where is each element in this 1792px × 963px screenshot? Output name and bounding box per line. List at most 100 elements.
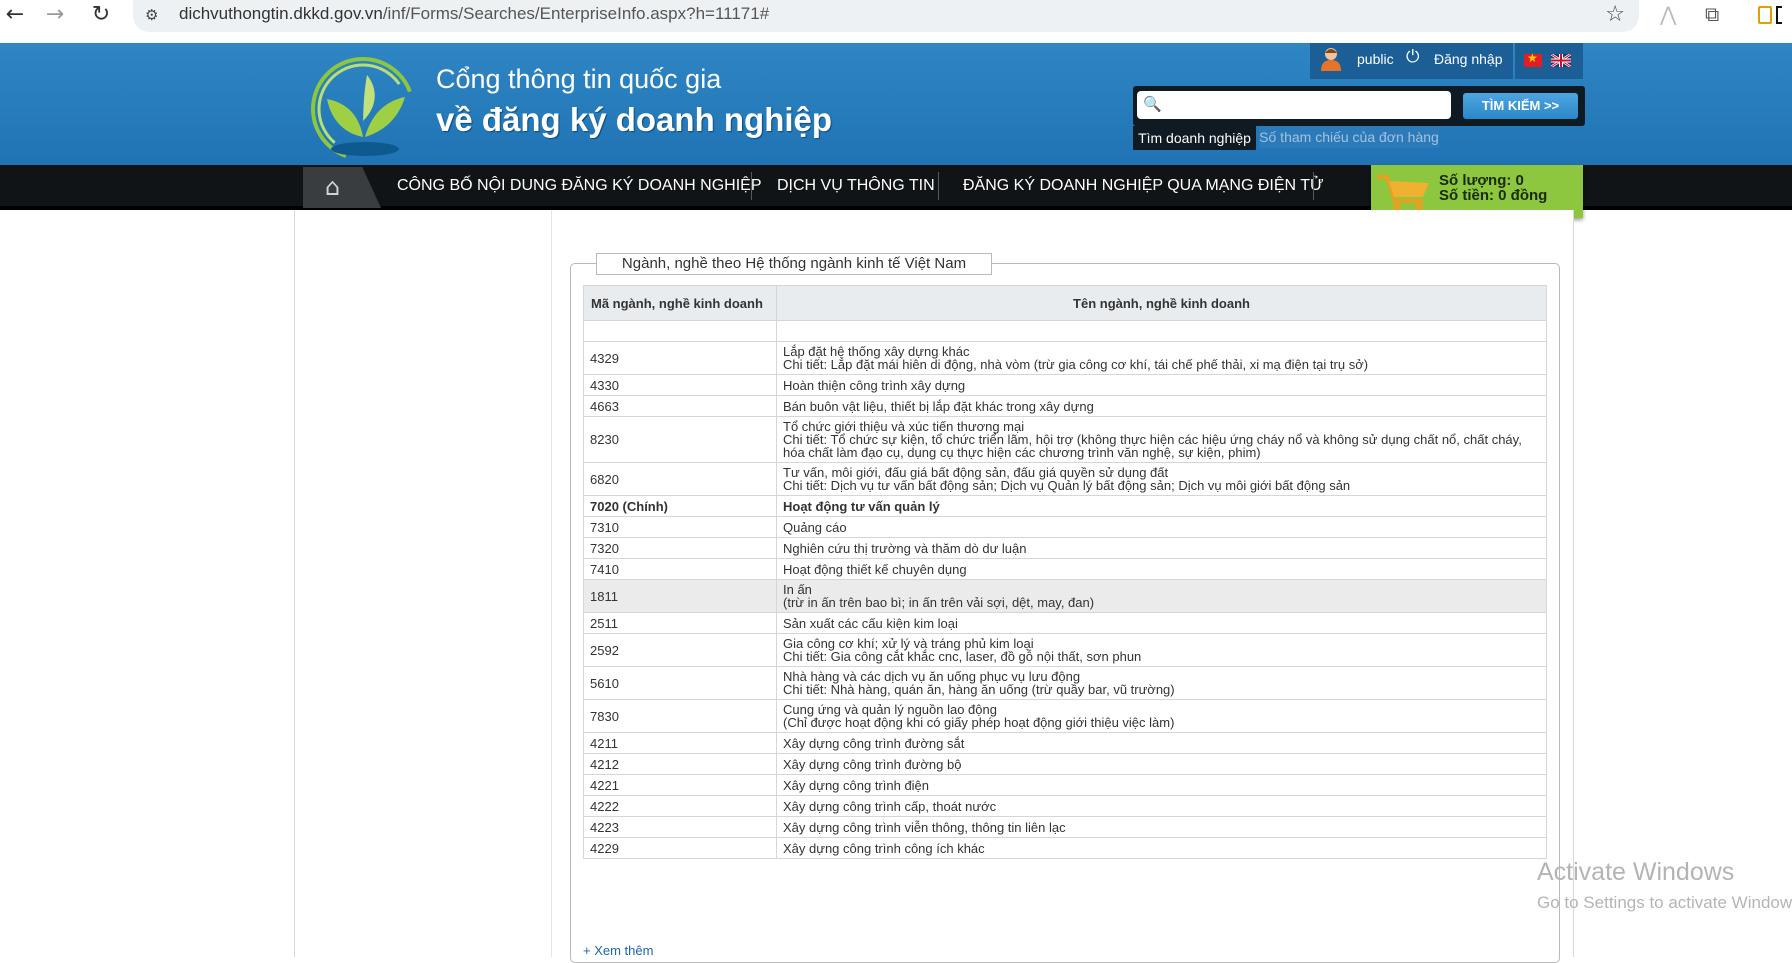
business-description-line: Xây dựng công trình công ích khác [783, 840, 985, 856]
bookmark-star-icon[interactable]: ☆ [1605, 2, 1625, 27]
business-name-cell: Bán buôn vật liệu, thiết bị lắp đặt khác… [776, 395, 1547, 417]
table-row[interactable]: 4329 Lắp đặt hệ thống xây dựng khác Chi ti… [583, 341, 1547, 375]
see-more-link[interactable]: + Xem thêm [583, 943, 653, 958]
table-row[interactable] [583, 320, 1547, 342]
table-row[interactable]: 4222 Xây dựng công trình cấp, thoát nước [583, 795, 1547, 817]
table-row[interactable]: 7320 Nghiên cứu thị trường và thăm dò dư … [583, 537, 1547, 559]
search-field[interactable]: 🔍 [1137, 91, 1451, 119]
nav-item-info-services[interactable]: DỊCH VỤ THÔNG TIN [777, 177, 935, 195]
table-row[interactable]: 4223 Xây dựng công trình viễn thông, thôn… [583, 816, 1547, 838]
power-icon[interactable]: ⏻ [1406, 47, 1419, 67]
business-code-cell: 4222 [583, 795, 777, 817]
home-icon: ⌂ [325, 173, 341, 201]
vietnam-flag-icon[interactable]: ★ [1524, 51, 1542, 67]
cart-amount: Số tiền: 0 đồng [1439, 187, 1548, 204]
business-description-line: Sản xuất các cấu kiện kim loại [783, 615, 958, 631]
table-row[interactable]: 7410 Hoạt động thiết kế chuyên dụng [583, 558, 1547, 580]
business-description-line: Xây dựng công trình viễn thông, thông ti… [783, 819, 1066, 835]
table-row[interactable]: 4330 Hoàn thiện công trình xây dựng [583, 374, 1547, 396]
business-description-line: (trừ in ấn trên bao bì; in ấn trên vải s… [783, 595, 1095, 610]
business-code-cell: 5610 [583, 666, 777, 700]
extension-icon[interactable]: ⋀ [1660, 2, 1676, 26]
extensions-puzzle-icon[interactable]: ⧉ [1705, 2, 1719, 26]
business-name-cell: Sản xuất các cấu kiện kim loại [776, 612, 1547, 634]
business-name-cell: Xây dựng công trình đường sắt [776, 732, 1547, 754]
business-name-cell: Tổ chức giới thiệu và xúc tiến thương mạ… [776, 416, 1547, 463]
table-row[interactable]: 4221 Xây dựng công trình điện [583, 774, 1547, 796]
nav-item-publish[interactable]: CÔNG BỐ NỘI DUNG ĐĂNG KÝ DOANH NGHIỆP [397, 177, 761, 195]
table-row[interactable]: 1811 In ấn (trừ in ấn trên bao bì; in ấn t… [583, 579, 1547, 613]
business-code-cell: 7020 (Chính) [583, 495, 777, 517]
business-code-cell: 4329 [583, 341, 777, 375]
table-row[interactable]: 2592 Gia công cơ khí; xử lý và tráng phủ … [583, 633, 1547, 667]
url-text[interactable]: dichvuthongtin.dkkd.gov.vn/inf/Forms/Sea… [179, 4, 769, 24]
portal-logo-icon[interactable] [305, 57, 421, 161]
business-name-cell: Tư vấn, môi giới, đấu giá bất động sản, … [776, 462, 1547, 496]
table-row[interactable]: 7020 (Chính) Hoạt động tư vấn quản lý [583, 495, 1547, 517]
back-arrow-icon[interactable]: ← [0, 2, 30, 32]
business-code-cell: 7320 [583, 537, 777, 559]
language-switcher: ★ [1515, 43, 1583, 79]
table-row[interactable]: 4212 Xây dựng công trình đường bộ [583, 753, 1547, 775]
business-code-cell: 4211 [583, 732, 777, 754]
business-code-cell: 8230 [583, 416, 777, 463]
business-description-line: Chi tiết: Dịch vụ tư vấn bất động sản; D… [783, 478, 1351, 493]
business-code-cell [583, 320, 777, 342]
portal-title-line2: về đăng ký doanh nghiệp [436, 101, 833, 138]
business-code-cell: 7310 [583, 516, 777, 538]
business-lines-table: Mã ngành, nghề kinh doanh Tên ngành, ngh… [583, 285, 1547, 859]
business-description-line: Chi tiết: Gia công cắt khắc cnc, laser, … [783, 649, 1142, 664]
business-description-line: Nghiên cứu thị trường và thăm dò dư luận [783, 540, 1027, 556]
table-row[interactable]: 8230 Tổ chức giới thiệu và xúc tiến thươn… [583, 416, 1547, 463]
search-panel: 🔍 TÌM KIẾM >> [1133, 86, 1585, 126]
business-code-cell: 7410 [583, 558, 777, 580]
business-description-line: Hoàn thiện công trình xây dựng [783, 377, 966, 393]
table-row[interactable]: 4229 Xây dựng công trình công ích khác [583, 837, 1547, 859]
url-host: dichvuthongtin.dkkd.gov.vn [179, 4, 383, 23]
business-description-line: Xây dựng công trình đường bộ [783, 756, 962, 772]
site-info-icon[interactable]: ⚙ [145, 6, 165, 26]
reload-icon[interactable]: ↻ [86, 2, 116, 32]
nav-item-online-registration[interactable]: ĐĂNG KÝ DOANH NGHIỆP QUA MẠNG ĐIỆN TỬ [963, 177, 1324, 195]
table-row[interactable]: 4211 Xây dựng công trình đường sắt [583, 732, 1547, 754]
business-code-cell: 1811 [583, 579, 777, 613]
tab-order-reference[interactable]: Số tham chiếu của đơn hàng [1259, 126, 1439, 148]
business-description-line: hóa chất làm đạo cụ, dụng cụ thực hiện c… [783, 445, 1261, 460]
business-name-cell: Xây dựng công trình viễn thông, thông ti… [776, 816, 1547, 838]
table-row[interactable]: 2511 Sản xuất các cấu kiện kim loại [583, 612, 1547, 634]
activation-watermark-subtitle: Go to Settings to activate Windows. [1537, 893, 1792, 912]
table-row[interactable]: 7310 Quảng cáo [583, 516, 1547, 538]
forward-arrow-icon[interactable]: → [40, 2, 70, 32]
address-bar[interactable]: ⚙ dichvuthongtin.dkkd.gov.vn/inf/Forms/S… [133, 0, 1639, 32]
business-name-cell: Xây dựng công trình điện [776, 774, 1547, 796]
business-name-cell: Xây dựng công trình công ích khác [776, 837, 1547, 859]
table-row[interactable]: 4663 Bán buôn vật liệu, thiết bị lắp đặt … [583, 395, 1547, 417]
tab-find-enterprise[interactable]: Tìm doanh nghiệp [1133, 126, 1256, 150]
table-row[interactable]: 5610 Nhà hàng và các dịch vụ ăn uống phục… [583, 666, 1547, 700]
business-name-cell [776, 320, 1547, 342]
business-description-line: Chi tiết: Lắp đặt mái hiên di động, nhà … [783, 357, 1369, 372]
business-code-cell: 4663 [583, 395, 777, 417]
table-row[interactable]: 7830 Cung ứng và quản lý nguồn lao động (C… [583, 699, 1547, 733]
username-label[interactable]: public [1357, 51, 1394, 67]
login-link[interactable]: Đăng nhập [1434, 51, 1503, 67]
uk-flag-icon[interactable] [1551, 54, 1571, 67]
business-description-line: Quảng cáo [783, 519, 847, 535]
profile-avatar[interactable] [1752, 6, 1782, 24]
business-description-line: Xây dựng công trình cấp, thoát nước [783, 798, 997, 814]
search-input[interactable] [1161, 94, 1445, 116]
search-button[interactable]: TÌM KIẾM >> [1463, 93, 1578, 119]
browser-toolbar: ← → ↻ ⚙ dichvuthongtin.dkkd.gov.vn/inf/F… [0, 0, 1792, 43]
user-icon [1321, 48, 1341, 71]
business-name-cell: Hoạt động thiết kế chuyên dụng [776, 558, 1547, 580]
column-header-code: Mã ngành, nghề kinh doanh [583, 285, 777, 321]
nav-separator [938, 172, 939, 200]
business-code-cell: 6820 [583, 462, 777, 496]
business-name-cell: Quảng cáo [776, 516, 1547, 538]
business-code-cell: 7830 [583, 699, 777, 733]
url-path: /inf/Forms/Searches/EnterpriseInfo.aspx?… [382, 4, 770, 23]
table-row[interactable]: 6820 Tư vấn, môi giới, đấu giá bất động s… [583, 462, 1547, 496]
business-code-cell: 2592 [583, 633, 777, 667]
business-code-cell: 4212 [583, 753, 777, 775]
business-description-line: Xây dựng công trình điện [783, 777, 930, 793]
